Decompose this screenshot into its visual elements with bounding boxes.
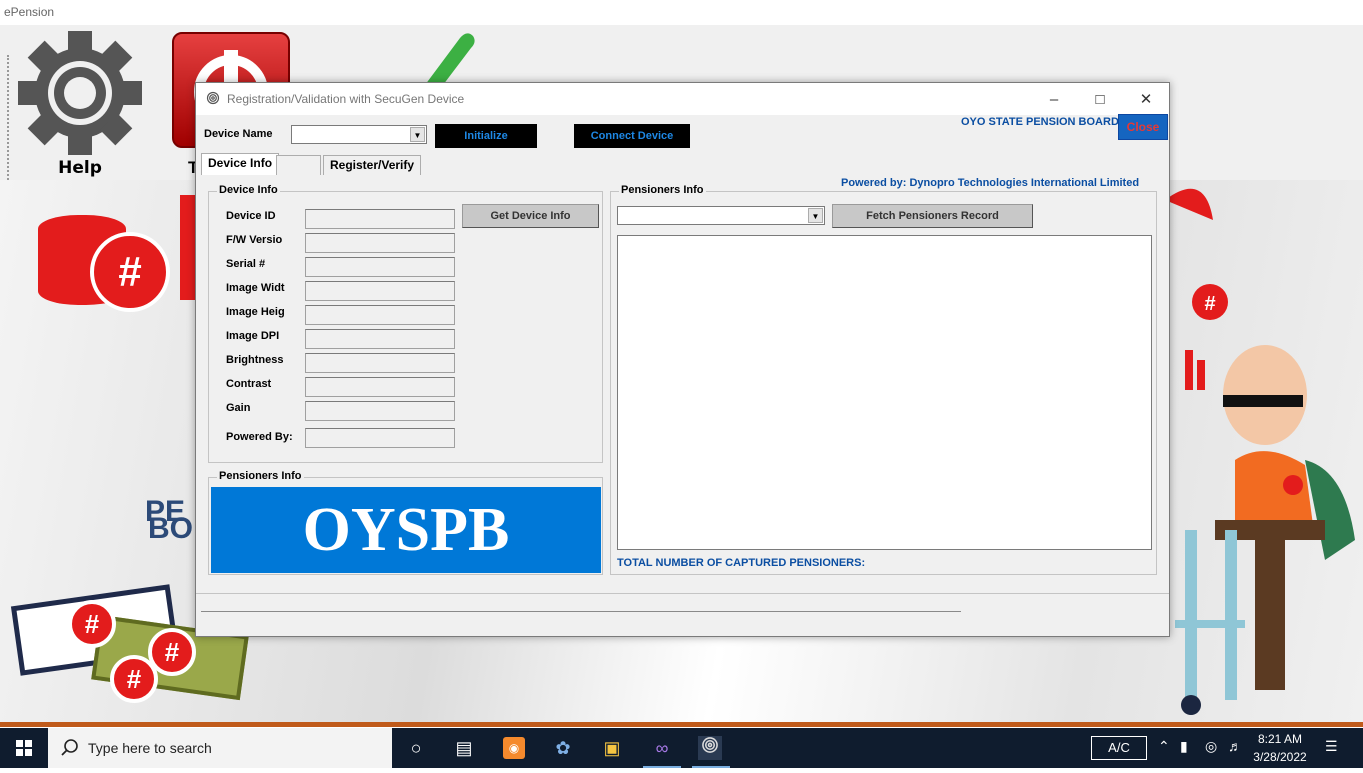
image-width-label: Image Widt <box>226 282 285 294</box>
device-id-label: Device ID <box>226 210 276 222</box>
maximize-icon: □ <box>1095 91 1105 108</box>
org-label: OYO STATE PENSION BOARD <box>961 116 1119 128</box>
pensioners-list[interactable] <box>617 235 1152 550</box>
ac-indicator[interactable]: A/C <box>1091 736 1147 760</box>
initialize-button[interactable]: Initialize <box>435 124 537 148</box>
maximize-button[interactable]: □ <box>1077 87 1123 113</box>
get-device-info-button[interactable]: Get Device Info <box>462 204 599 228</box>
windows-start-icon <box>16 740 32 756</box>
contrast-label: Contrast <box>226 378 272 390</box>
taskbar-search[interactable]: Type here to search <box>48 728 392 768</box>
image-height-field[interactable] <box>305 305 455 325</box>
powered-by-field[interactable] <box>305 428 455 448</box>
chevron-up-icon[interactable]: ⌃ <box>1158 738 1170 755</box>
device-name-label: Device Name <box>204 128 273 140</box>
image-height-label: Image Heig <box>226 306 285 318</box>
fingerprint-icon <box>206 91 220 105</box>
pensioners-logo-group-title: Pensioners Info <box>217 470 304 482</box>
camera-app-icon[interactable]: ◉ <box>503 737 525 759</box>
minimize-icon: – <box>1049 91 1059 108</box>
hash-coin-2: # <box>68 600 116 648</box>
check-button[interactable] <box>415 30 485 85</box>
tab-device-info[interactable]: Device Info <box>201 153 280 175</box>
dolphin-app-icon[interactable]: ✿ <box>551 736 575 760</box>
search-placeholder: Type here to search <box>88 740 212 756</box>
pensioner-select[interactable]: ▼ <box>617 206 825 225</box>
total-captured-label: TOTAL NUMBER OF CAPTURED PENSIONERS: <box>617 557 866 569</box>
hash-text: # <box>1204 293 1215 315</box>
window-close-button[interactable]: ✕ <box>1123 87 1169 113</box>
powered-by-field-label: Powered By: <box>226 431 293 443</box>
fw-version-field[interactable] <box>305 233 455 253</box>
gain-label: Gain <box>226 402 251 414</box>
device-id-field[interactable] <box>305 209 455 229</box>
powered-by-label: Powered by: Dynopro Technologies Interna… <box>841 177 1140 189</box>
tab-register-verify[interactable]: Register/Verify <box>323 155 422 175</box>
minimize-button[interactable]: – <box>1031 87 1077 113</box>
oyspb-logo: OYSPB <box>211 487 601 573</box>
help-button[interactable]: Help <box>14 28 146 178</box>
serial-field[interactable] <box>305 257 455 277</box>
fingerprint-app-icon[interactable] <box>698 736 722 760</box>
gain-field[interactable] <box>305 401 455 421</box>
registration-dialog: Registration/Validation with SecuGen Dev… <box>195 82 1170 637</box>
image-width-field[interactable] <box>305 281 455 301</box>
battery-icon[interactable]: ▮ <box>1180 738 1188 755</box>
app-title: ePension <box>4 5 55 19</box>
notification-icon[interactable]: ☰ <box>1325 738 1338 755</box>
fetch-pensioners-button[interactable]: Fetch Pensioners Record <box>832 204 1033 228</box>
pensioners-info-group-title: Pensioners Info <box>619 184 706 196</box>
gear-icon <box>18 31 142 155</box>
chevron-down-icon[interactable]: ▼ <box>410 127 425 142</box>
checkmark-icon <box>425 33 475 85</box>
clock-time: 8:21 AM <box>1257 732 1303 746</box>
brightness-field[interactable] <box>305 353 455 373</box>
close-icon: ✕ <box>1139 91 1153 108</box>
bank-sign-text-2: BO <box>148 512 193 545</box>
help-label: Help <box>58 158 102 178</box>
device-info-group-title: Device Info <box>217 184 280 196</box>
image-dpi-field[interactable] <box>305 329 455 349</box>
hash-coin-4: # <box>110 655 158 703</box>
serial-label: Serial # <box>226 258 266 270</box>
tab-blank[interactable] <box>276 155 321 175</box>
taskbar: Type here to search ○ ▤ ◉ ✿ ▣ ∞ A/C ⌃ ▮ … <box>0 728 1363 768</box>
device-info-group: Device Info <box>208 184 603 463</box>
taskbar-clock[interactable]: 8:21 AM 3/28/2022 <box>1250 730 1310 766</box>
clock-date: 3/28/2022 <box>1253 750 1307 764</box>
dialog-titlebar[interactable]: Registration/Validation with SecuGen Dev… <box>196 83 1169 115</box>
background-footer-line <box>0 722 1363 727</box>
task-view-icon[interactable]: ▤ <box>452 736 476 760</box>
contrast-field[interactable] <box>305 377 455 397</box>
dialog-title: Registration/Validation with SecuGen Dev… <box>227 92 465 106</box>
visual-studio-icon[interactable]: ∞ <box>650 736 674 760</box>
device-name-select[interactable]: ▼ <box>291 125 427 144</box>
fw-version-label: F/W Versio <box>226 234 283 246</box>
pensioner-illustration: # <box>1165 180 1363 725</box>
hash-coin: # <box>90 232 170 312</box>
toolbar-grip[interactable] <box>7 55 9 195</box>
brightness-label: Brightness <box>226 354 284 366</box>
connect-device-button[interactable]: Connect Device <box>574 124 690 148</box>
volume-icon[interactable]: ♬ <box>1228 738 1242 754</box>
fingerprint-icon <box>702 737 718 753</box>
network-icon[interactable]: ◎ <box>1205 738 1217 755</box>
close-button[interactable]: Close <box>1118 114 1168 140</box>
image-dpi-label: Image DPI <box>226 330 280 342</box>
file-explorer-icon[interactable]: ▣ <box>600 736 624 760</box>
search-icon <box>61 739 78 756</box>
chevron-down-icon[interactable]: ▼ <box>808 208 823 223</box>
start-button[interactable] <box>0 728 48 768</box>
status-line <box>201 611 961 612</box>
cortana-icon[interactable]: ○ <box>404 736 428 760</box>
divider <box>196 593 1169 594</box>
